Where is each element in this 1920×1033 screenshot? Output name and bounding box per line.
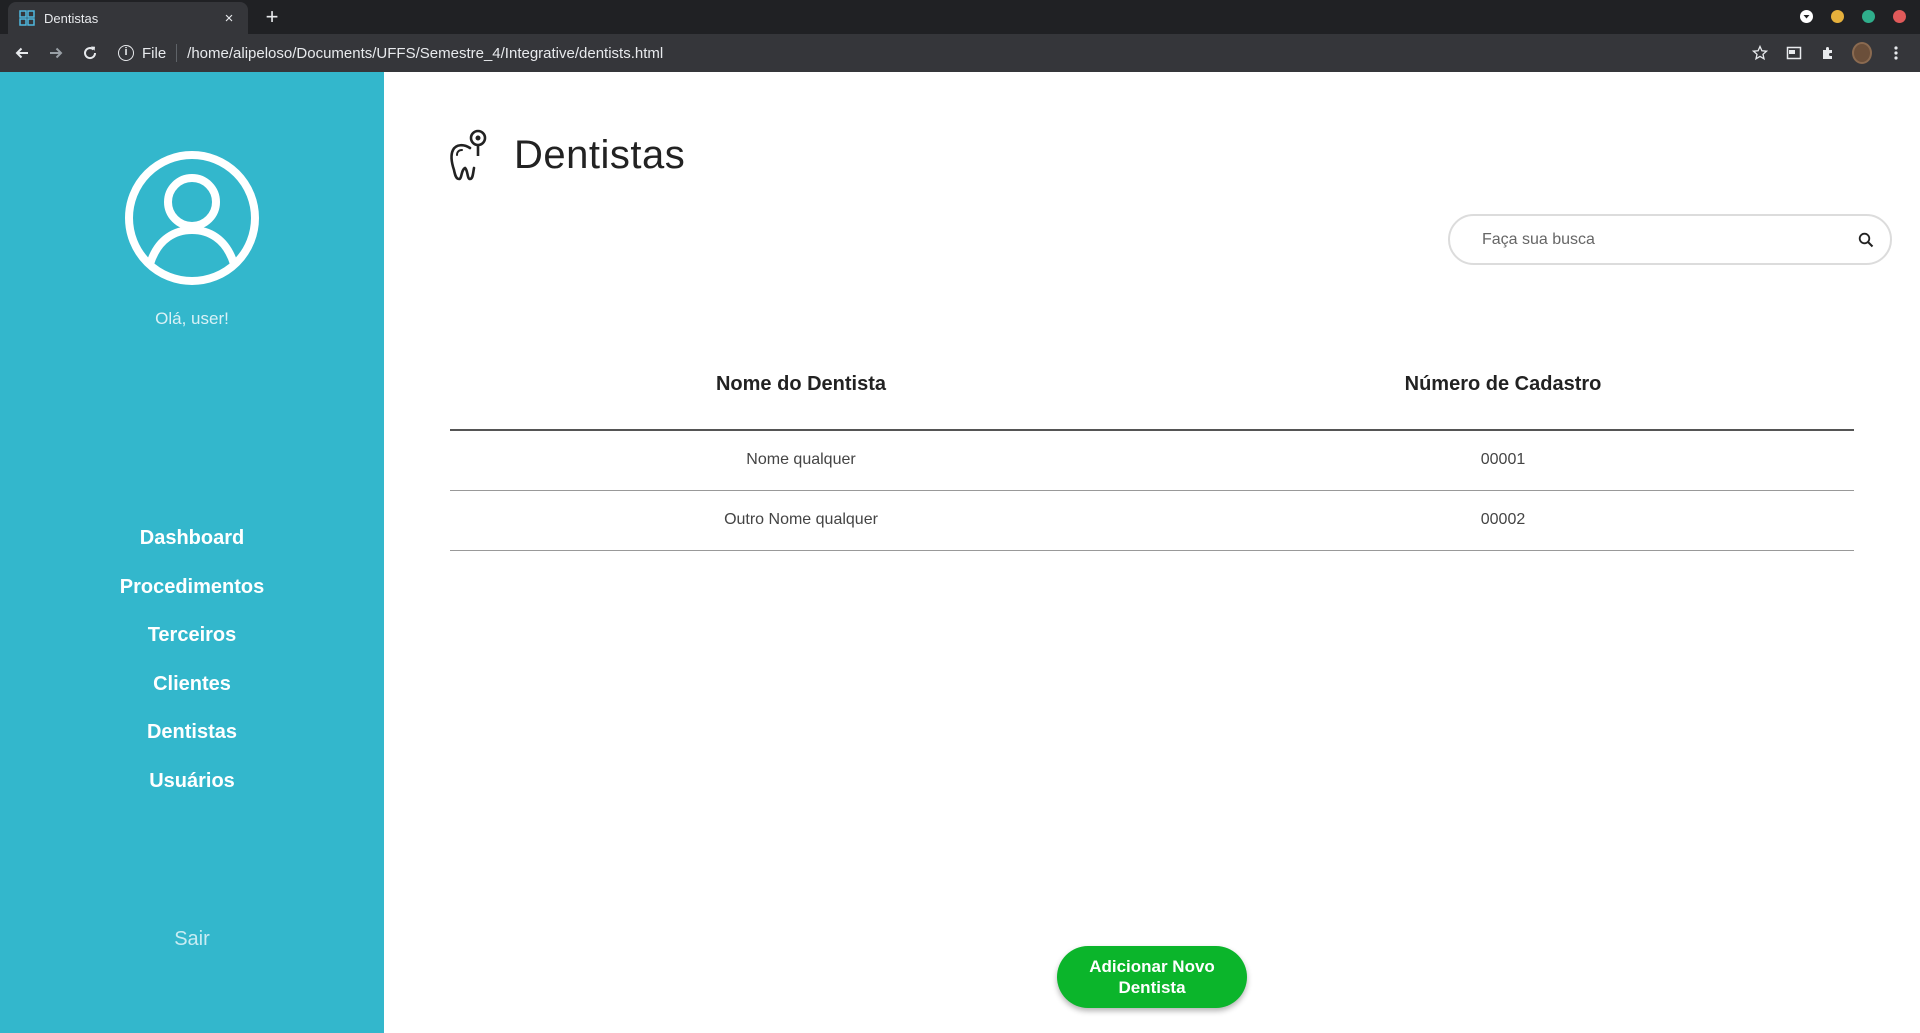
bookmark-star-icon[interactable]: [1750, 43, 1770, 63]
browser-toolbar: i File /home/alipeloso/Documents/UFFS/Se…: [0, 34, 1920, 72]
search-input[interactable]: [1482, 230, 1858, 249]
cell-registration-number: 00001: [1152, 430, 1854, 491]
sidebar-item-procedimentos[interactable]: Procedimentos: [0, 563, 384, 612]
user-greeting: Olá, user!: [155, 309, 229, 328]
media-router-icon[interactable]: [1784, 43, 1804, 63]
cell-dentist-name: Nome qualquer: [450, 430, 1152, 491]
tab-strip: Dentistas × +: [0, 0, 1920, 34]
window-menu-button[interactable]: [1800, 10, 1813, 23]
sidebar-item-usuarios[interactable]: Usuários: [0, 757, 384, 806]
avatar: [1852, 42, 1872, 64]
window-controls: [1800, 10, 1906, 23]
forward-button[interactable]: [40, 37, 72, 69]
maximize-button[interactable]: [1862, 10, 1875, 23]
arrow-right-icon: [50, 47, 63, 59]
favicon-icon: [18, 9, 36, 27]
page-header: Dentistas: [448, 128, 685, 182]
page-title: Dentistas: [514, 132, 686, 177]
omnibox-separator: [176, 44, 178, 62]
tab-title: Dentistas: [44, 10, 99, 26]
kebab-menu-icon[interactable]: [1886, 43, 1906, 63]
back-button[interactable]: [6, 37, 38, 69]
profile-avatar[interactable]: [1852, 42, 1872, 64]
column-header-registration: Número de Cadastro: [1152, 340, 1854, 431]
tab-close-icon[interactable]: ×: [220, 10, 238, 27]
reload-icon: [84, 46, 97, 60]
cell-registration-number: 00002: [1152, 490, 1854, 551]
browser-chrome: Dentistas × + i File /home/alipeloso/Doc…: [0, 0, 1920, 72]
search-icon[interactable]: [1858, 232, 1874, 248]
reload-button[interactable]: [74, 37, 106, 69]
tooth-icon: [450, 129, 487, 181]
extensions-puzzle-icon[interactable]: [1818, 43, 1838, 63]
sidebar-menu: Dashboard Procedimentos Terceiros Client…: [0, 514, 384, 806]
sidebar-item-dashboard[interactable]: Dashboard: [0, 514, 384, 563]
new-tab-button[interactable]: +: [260, 6, 284, 30]
table-row[interactable]: Nome qualquer 00001: [450, 430, 1854, 491]
cell-dentist-name: Outro Nome qualquer: [450, 490, 1152, 551]
arrow-left-icon: [15, 47, 28, 59]
sidebar: Olá, user! Dashboard Procedimentos Terce…: [0, 72, 384, 1033]
dentists-table: Nome do Dentista Número de Cadastro Nome…: [450, 340, 1854, 551]
user-profile-icon: [125, 151, 259, 285]
logout-link[interactable]: Sair: [0, 928, 384, 951]
main-content: Dentistas Nome do Dentista Número de Cad…: [384, 72, 1920, 1033]
sidebar-item-terceiros[interactable]: Terceiros: [0, 611, 384, 660]
minimize-button[interactable]: [1831, 10, 1844, 23]
info-icon[interactable]: i: [118, 45, 134, 61]
scheme-label: File: [142, 44, 167, 62]
sidebar-item-dentistas[interactable]: Dentistas: [0, 708, 384, 757]
column-header-name: Nome do Dentista: [450, 340, 1152, 431]
search-box: [1448, 214, 1892, 265]
table-header-row: Nome do Dentista Número de Cadastro: [450, 340, 1854, 431]
table-row[interactable]: Outro Nome qualquer 00002: [450, 490, 1854, 551]
browser-tab[interactable]: Dentistas ×: [8, 2, 248, 34]
sidebar-item-clientes[interactable]: Clientes: [0, 660, 384, 709]
add-dentist-button[interactable]: Adicionar Novo Dentista: [1057, 946, 1247, 1008]
address-bar[interactable]: i File /home/alipeloso/Documents/UFFS/Se…: [118, 38, 1750, 68]
url-text[interactable]: /home/alipeloso/Documents/UFFS/Semestre_…: [187, 45, 663, 62]
toolbar-actions: [1750, 42, 1906, 64]
close-window-button[interactable]: [1893, 10, 1906, 23]
